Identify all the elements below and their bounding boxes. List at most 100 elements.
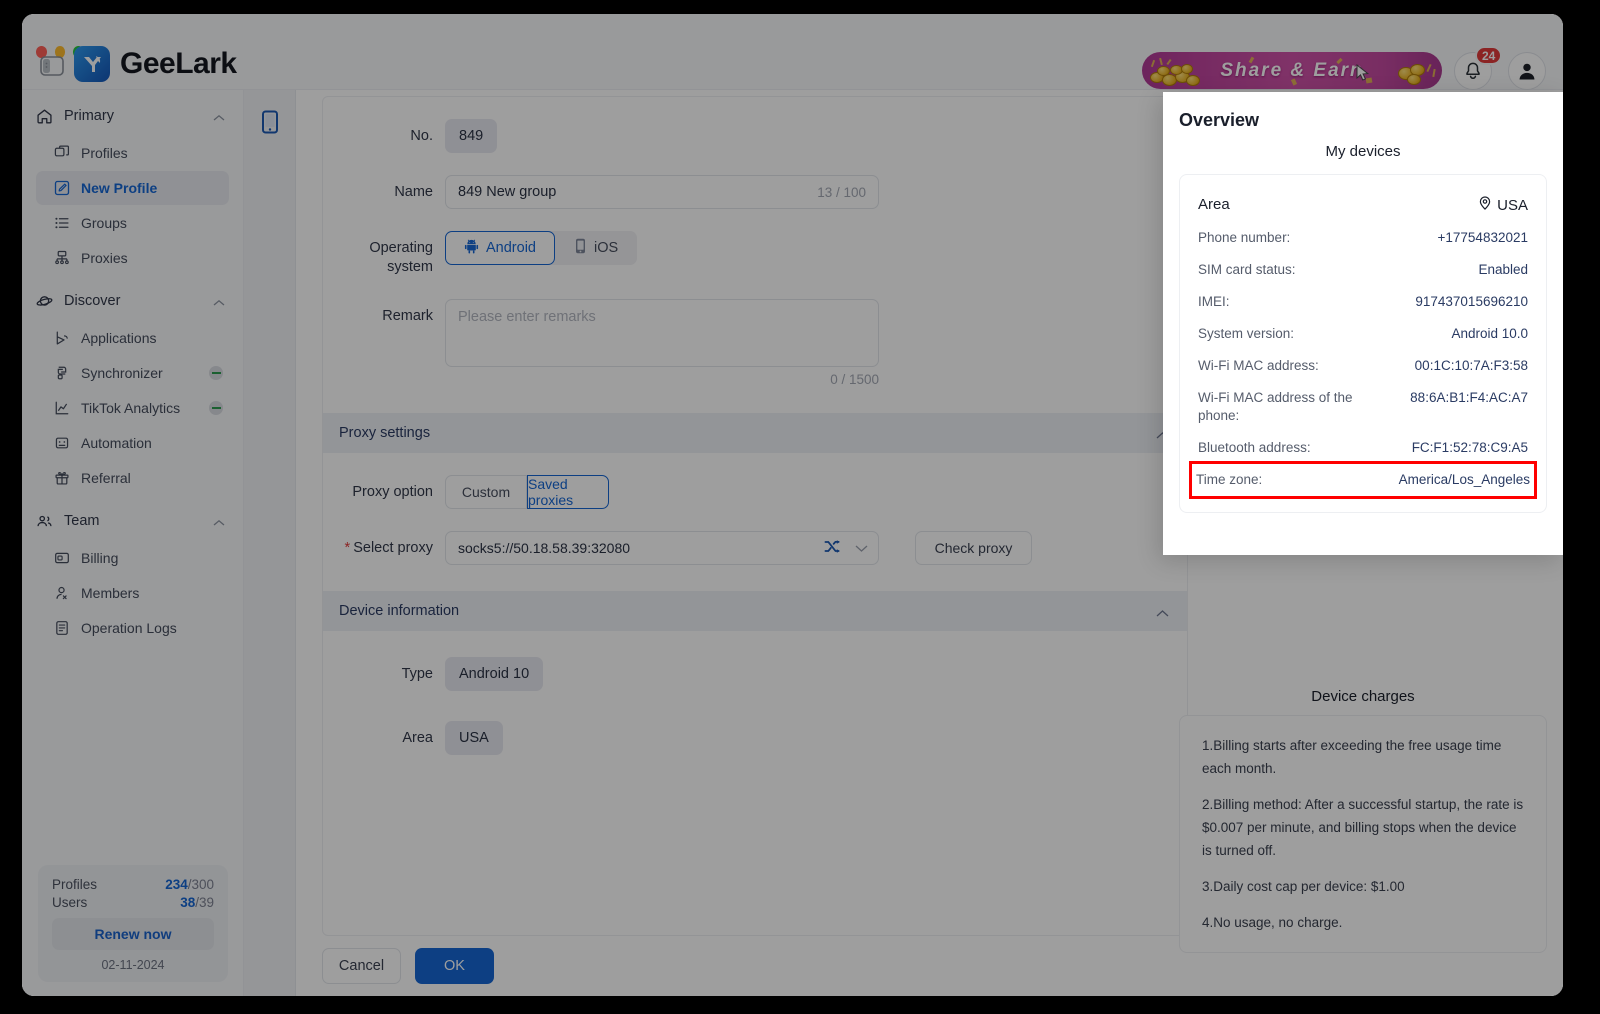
sidebar-item-automation[interactable]: Automation [36,426,229,460]
section-proxy-settings[interactable]: Proxy settings [323,413,1187,453]
robot-icon [54,435,76,451]
plan-profiles-total: /300 [187,877,214,892]
document-icon [54,620,76,636]
section-device-information[interactable]: Device information [323,591,1187,631]
vertical-tab-strip [244,90,296,996]
ok-button[interactable]: OK [415,948,494,984]
sidebar-group-label: Team [64,513,100,529]
sidebar-group-primary[interactable]: Primary [36,98,229,134]
overview-title: Overview [1179,110,1260,130]
person-icon [54,585,76,601]
proxy-option-custom[interactable]: Custom [445,475,527,509]
overview-row-value: Enabled [1478,262,1528,277]
renew-now-button[interactable]: Renew now [52,918,214,950]
field-remark-label: Remark [382,308,433,324]
sidebar-item-proxies[interactable]: Proxies [36,241,229,275]
field-select-proxy-label: * Select proxy [323,531,445,565]
shuffle-icon[interactable] [824,538,841,558]
section-device-information-title: Device information [339,603,460,619]
check-proxy-button[interactable]: Check proxy [915,531,1032,565]
cancel-button[interactable]: Cancel [322,948,401,984]
charge-line: 1.Billing starts after exceeding the fre… [1202,738,1502,776]
section-proxy-settings-title: Proxy settings [339,425,431,441]
sidebar-item-label: Automation [81,435,152,451]
share-and-earn-label: Share & Earn [1220,59,1364,81]
sidebar-item-tiktok-analytics[interactable]: TikTok Analytics [36,391,229,425]
plan-row-users: Users 38/39 [52,895,214,910]
sidebar-group-discover[interactable]: Discover [36,283,229,319]
charge-line: 3.Daily cost cap per device: $1.00 [1202,879,1405,894]
field-name: Name 849 New group 13 / 100 [323,175,1187,209]
os-option-android[interactable]: Android [445,231,555,265]
sidebar-item-synchronizer[interactable]: Synchronizer [36,356,229,390]
notification-badge: 24 [1475,46,1503,65]
edit-square-icon [54,180,76,196]
device-type-chip: Android 10 [445,657,544,691]
cursor-pointer-icon [1356,63,1371,87]
apple-phone-icon [574,238,587,258]
sidebar-item-label: Operation Logs [81,620,177,636]
overview-row-value: +17754832021 [1437,230,1528,245]
team-icon [36,513,58,530]
overview-area-label: Area [1198,196,1230,213]
sidebar-item-operation-logs[interactable]: Operation Logs [36,611,229,645]
overview-row: Wi-Fi MAC address of the phone: 88:6A:B1… [1198,382,1528,432]
sidebar-group-label: Primary [64,108,114,124]
sidebar-item-new-profile[interactable]: New Profile [36,171,229,205]
field-name-label: Name [394,184,433,200]
sidebar-toggle-icon[interactable] [40,56,64,76]
sidebar-item-members[interactable]: Members [36,576,229,610]
list-icon [54,215,76,231]
remark-textarea[interactable]: Please enter remarks [445,299,879,367]
select-proxy-input[interactable]: socks5://50.18.58.39:32080 [445,531,879,565]
plan-expiry-date: 02-11-2024 [101,958,165,972]
overview-row-key: SIM card status: [1198,262,1296,277]
field-os-label: Operating system [369,240,433,275]
tab-device[interactable] [252,104,288,140]
avatar[interactable] [1508,52,1546,90]
sidebar-group-label: Discover [64,293,121,309]
plan-summary: Profiles 234/300 Users 38/39 Renew now 0… [38,865,228,982]
overview-row-value: FC:F1:52:78:C9:A5 [1411,440,1528,455]
overview-row-key: Bluetooth address: [1198,440,1311,455]
overview-row-key: System version: [1198,326,1295,341]
name-input[interactable]: 849 New group 13 / 100 [445,175,879,209]
sidebar-item-label: Groups [81,215,127,231]
os-option-ios[interactable]: iOS [555,231,637,265]
overview-row-key: Time zone: [1196,472,1263,487]
share-and-earn-banner[interactable]: Share & Earn [1142,52,1442,89]
sidebar-item-label: Members [81,585,140,601]
chevron-up-icon[interactable] [1156,606,1169,622]
sidebar-item-label: TikTok Analytics [81,400,181,416]
card-icon [54,550,76,566]
chevron-down-icon[interactable] [855,540,868,556]
sidebar-item-referral[interactable]: Referral [36,461,229,495]
sidebar-item-applications[interactable]: Applications [36,321,229,355]
coins-left-icon [1148,57,1228,88]
plan-users-total: /39 [195,895,214,910]
notifications-button[interactable]: 24 [1454,46,1503,90]
overview-row-key: Wi-Fi MAC address of the phone: [1198,390,1353,423]
sidebar-item-billing[interactable]: Billing [36,541,229,575]
overview-row: Wi-Fi MAC address: 00:1C:10:7A:F3:58 [1198,350,1528,382]
sidebar-group-team[interactable]: Team [36,503,229,539]
proxy-option-saved-proxies[interactable]: Saved proxies [527,475,609,509]
plan-row-profiles: Profiles 234/300 [52,877,214,892]
status-dot-badge [209,401,223,415]
overview-row-value: 00:1C:10:7A:F3:58 [1414,358,1528,373]
name-input-value: 849 New group [458,184,557,200]
sidebar-item-label: New Profile [81,180,158,196]
sidebar-item-label: Proxies [81,250,128,266]
sidebar-item-profiles[interactable]: Profiles [36,136,229,170]
sidebar-item-groups[interactable]: Groups [36,206,229,240]
location-pin-icon [1478,196,1492,215]
overview-row: Bluetooth address: FC:F1:52:78:C9:A5 [1198,432,1528,464]
field-operating-system: Operating system Android iOS [323,231,1187,277]
chevron-up-icon [213,110,225,126]
brand: GeeLark [74,46,237,82]
proxy-option-segmented-control: Custom Saved proxies [445,475,609,509]
os-segmented-control: Android iOS [445,231,638,265]
app-window: GeeLark Share & Earn 24 Primary Profiles… [22,14,1563,996]
overview-row-timezone-highlighted: Time zone: America/Los_Angeles [1189,461,1537,499]
charge-line: 4.No usage, no charge. [1202,915,1343,930]
